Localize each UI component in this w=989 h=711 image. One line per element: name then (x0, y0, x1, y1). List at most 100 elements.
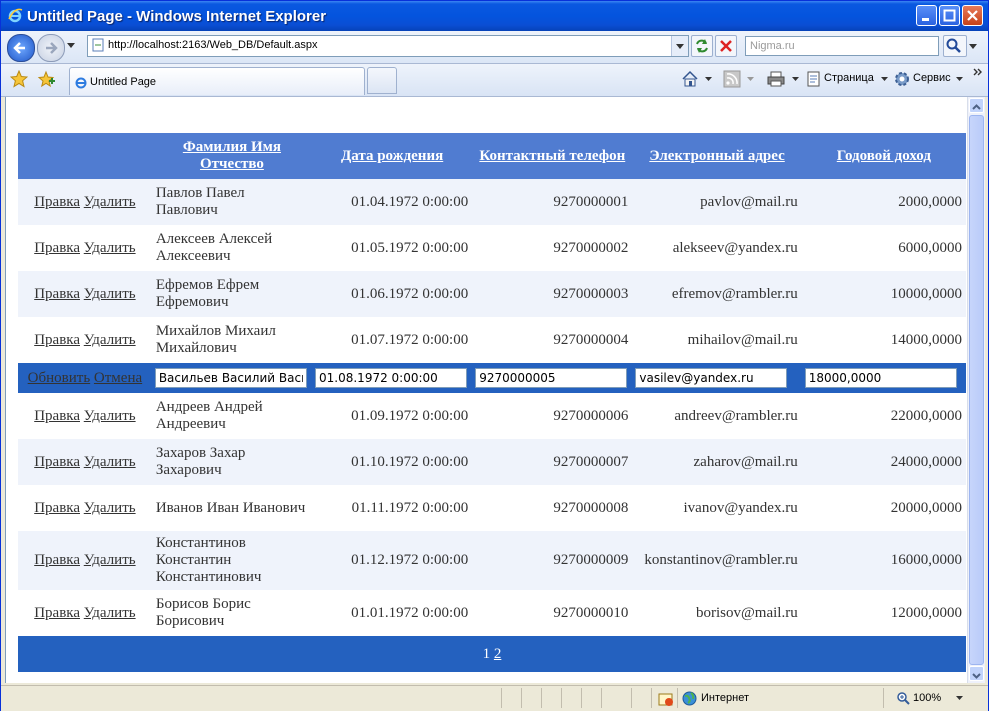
cell-phone: 9270000004 (472, 317, 633, 363)
scroll-down-button[interactable] (969, 666, 984, 681)
tab-bar: Untitled Page Страница Сервис (1, 64, 988, 97)
address-field[interactable]: http://localhost:2163/Web_DB/Default.asp… (87, 35, 689, 57)
address-url: http://localhost:2163/Web_DB/Default.asp… (108, 39, 318, 51)
page-menu-dropdown-icon[interactable] (881, 77, 888, 82)
feeds-dropdown-icon[interactable] (747, 77, 754, 82)
favorites-star-icon[interactable] (10, 70, 28, 88)
edit-link[interactable]: Правка (34, 194, 80, 210)
edit-input-income[interactable] (804, 368, 957, 388)
forward-button[interactable] (37, 34, 65, 62)
popup-blocker-icon[interactable] (658, 691, 674, 707)
edit-link[interactable]: Правка (34, 500, 80, 516)
cell-name: Константинов Константин Константинович (151, 531, 313, 590)
table-row: Правка Удалить Павлов Павел Павлович 01.04… (18, 179, 966, 225)
grid-body: Правка Удалить Павлов Павел Павлович 01.04… (18, 179, 966, 672)
table-row: Правка Удалить Борисов Борис Борисович 01.… (18, 590, 966, 636)
minimize-button[interactable] (916, 5, 937, 26)
print-dropdown-icon[interactable] (792, 77, 799, 82)
cell-income: 22000,0000 (801, 393, 966, 439)
delete-link[interactable]: Удалить (84, 500, 136, 516)
edit-input-birth[interactable] (315, 368, 468, 388)
edit-cell-phone (472, 363, 633, 393)
delete-link[interactable]: Удалить (84, 194, 136, 210)
service-menu-dropdown-icon[interactable] (956, 77, 963, 82)
delete-link[interactable]: Удалить (84, 605, 136, 621)
cancel-link[interactable]: Отмена (94, 370, 142, 386)
sort-link-name[interactable]: Фамилия Имя Отчество (183, 139, 281, 172)
grid-header-name[interactable]: Фамилия Имя Отчество (151, 133, 313, 179)
delete-link[interactable]: Удалить (84, 286, 136, 302)
cell-email: mihailov@mail.ru (632, 317, 802, 363)
edit-link[interactable]: Правка (34, 454, 80, 470)
search-button[interactable] (943, 35, 967, 57)
edit-link[interactable]: Правка (34, 552, 80, 568)
close-button[interactable] (962, 5, 983, 26)
back-button[interactable] (7, 34, 35, 62)
delete-link[interactable]: Удалить (84, 454, 136, 470)
feeds-icon[interactable] (723, 70, 741, 88)
grid-header-email[interactable]: Электронный адрес (632, 133, 802, 179)
status-divider (581, 688, 582, 708)
add-favorites-icon[interactable] (37, 70, 55, 88)
title-bar[interactable]: Untitled Page - Windows Internet Explore… (1, 1, 988, 31)
edit-input-phone[interactable] (475, 368, 628, 388)
new-tab-button[interactable] (367, 67, 397, 94)
customers-grid: Фамилия Имя Отчество Дата рождения Конта… (18, 133, 966, 672)
gear-icon (895, 72, 909, 86)
edit-link[interactable]: Правка (34, 286, 80, 302)
maximize-button[interactable] (939, 5, 960, 26)
home-dropdown-icon[interactable] (705, 77, 712, 82)
page-menu-label[interactable]: Страница (824, 72, 874, 84)
stop-button[interactable] (715, 35, 737, 57)
close-icon (967, 10, 978, 21)
zoom-icon[interactable] (896, 691, 910, 705)
refresh-icon (696, 39, 708, 53)
cell-birth: 01.11.1972 0:00:00 (312, 485, 473, 531)
cell-phone: 9270000009 (472, 531, 633, 590)
cell-birth: 01.01.1972 0:00:00 (312, 590, 473, 636)
scroll-up-button[interactable] (969, 98, 984, 113)
update-link[interactable]: Обновить (28, 370, 91, 386)
edit-link[interactable]: Правка (34, 332, 80, 348)
search-options-icon[interactable] (969, 44, 977, 50)
grid-header-income[interactable]: Годовой доход (801, 133, 966, 179)
edit-link[interactable]: Правка (34, 408, 80, 424)
row-actions: Правка Удалить (18, 271, 152, 317)
home-icon[interactable] (681, 70, 699, 88)
edit-link[interactable]: Правка (34, 605, 80, 621)
grid-header-birth[interactable]: Дата рождения (312, 133, 473, 179)
history-dropdown-icon[interactable] (67, 43, 75, 49)
table-row: Правка Удалить Ефремов Ефрем Ефремович 01.… (18, 271, 966, 317)
tab-untitled-page[interactable]: Untitled Page (69, 67, 365, 95)
chevron-up-icon (972, 104, 981, 110)
refresh-button[interactable] (691, 35, 713, 57)
delete-link[interactable]: Удалить (84, 408, 136, 424)
edit-input-name[interactable] (154, 368, 307, 388)
service-menu-label[interactable]: Сервис (913, 72, 951, 84)
grid-header-phone[interactable]: Контактный телефон (472, 133, 633, 179)
cell-name: Алексеев Алексей Алексеевич (151, 225, 313, 271)
delete-link[interactable]: Удалить (84, 332, 136, 348)
pager: 1 2 (18, 636, 966, 672)
delete-link[interactable]: Удалить (84, 552, 136, 568)
more-chevron-icon[interactable] (973, 67, 983, 77)
delete-link[interactable]: Удалить (84, 240, 136, 256)
sort-link-birth[interactable]: Дата рождения (341, 148, 443, 164)
pager-link-page-2[interactable]: 2 (494, 646, 502, 662)
sort-link-email[interactable]: Электронный адрес (649, 148, 784, 164)
zoom-level[interactable]: 100% (913, 692, 941, 704)
vertical-scrollbar[interactable] (967, 97, 985, 683)
edit-link[interactable]: Правка (34, 240, 80, 256)
sort-link-phone[interactable]: Контактный телефон (479, 148, 625, 164)
address-dropdown-button[interactable] (671, 36, 688, 56)
sort-link-income[interactable]: Годовой доход (837, 148, 931, 164)
search-input[interactable]: Nigma.ru (745, 36, 939, 56)
edit-input-email[interactable] (635, 368, 788, 388)
scroll-thumb[interactable] (969, 115, 984, 665)
cell-income: 10000,0000 (801, 271, 966, 317)
cell-birth: 01.07.1972 0:00:00 (312, 317, 473, 363)
cell-income: 20000,0000 (801, 485, 966, 531)
cell-income: 24000,0000 (801, 439, 966, 485)
zoom-dropdown-icon[interactable] (956, 696, 963, 701)
print-icon[interactable] (767, 70, 785, 88)
